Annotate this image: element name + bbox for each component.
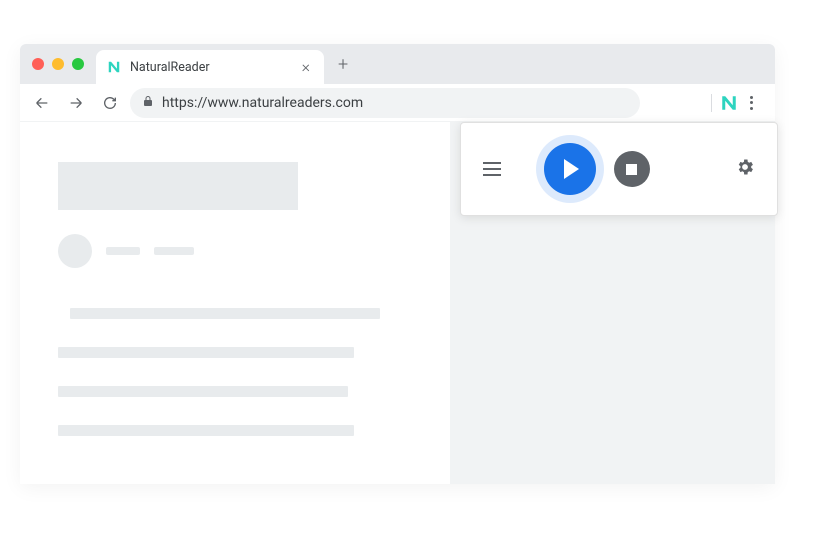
playback-controls — [544, 143, 650, 195]
stop-button[interactable] — [614, 151, 650, 187]
arrow-right-icon — [68, 95, 84, 111]
naturalreader-logo-icon — [106, 59, 122, 75]
url-text: https://www.naturalreaders.com — [162, 95, 363, 111]
extension-popup — [460, 122, 778, 216]
extension-menu-button[interactable] — [483, 162, 501, 176]
address-bar[interactable]: https://www.naturalreaders.com — [130, 88, 640, 118]
author-row — [58, 234, 412, 268]
reload-icon — [102, 95, 118, 111]
heading-placeholder — [58, 162, 298, 210]
arrow-left-icon — [34, 95, 50, 111]
tab-title: NaturalReader — [130, 60, 290, 75]
browser-menu-button[interactable] — [746, 92, 757, 114]
author-name-placeholder — [106, 247, 140, 255]
new-tab-button[interactable]: + — [324, 54, 362, 75]
browser-toolbar: https://www.naturalreaders.com — [20, 84, 775, 122]
browser-window: NaturalReader × + https://www.naturalrea… — [20, 44, 775, 484]
hamburger-icon — [483, 162, 501, 164]
settings-button[interactable] — [735, 157, 755, 181]
toolbar-divider — [711, 94, 712, 112]
avatar-placeholder — [58, 234, 92, 268]
paragraph-line — [58, 425, 354, 436]
browser-tab[interactable]: NaturalReader × — [96, 50, 324, 84]
article-content — [20, 122, 450, 484]
naturalreader-extension-icon[interactable] — [720, 94, 738, 112]
gear-icon — [735, 157, 755, 177]
window-minimize-button[interactable] — [52, 58, 64, 70]
toolbar-right — [711, 92, 767, 114]
paragraph-line — [70, 308, 380, 319]
reload-button[interactable] — [96, 89, 124, 117]
window-maximize-button[interactable] — [72, 58, 84, 70]
close-tab-button[interactable]: × — [298, 59, 314, 75]
paragraph-line — [58, 347, 354, 358]
window-controls — [20, 58, 96, 70]
lock-icon — [142, 94, 154, 112]
forward-button[interactable] — [62, 89, 90, 117]
play-button[interactable] — [544, 143, 596, 195]
author-meta-placeholder — [154, 247, 194, 255]
paragraph-line — [58, 386, 348, 397]
stop-icon — [626, 164, 637, 175]
tab-bar: NaturalReader × + — [20, 44, 775, 84]
play-icon — [564, 159, 579, 179]
window-close-button[interactable] — [32, 58, 44, 70]
back-button[interactable] — [28, 89, 56, 117]
